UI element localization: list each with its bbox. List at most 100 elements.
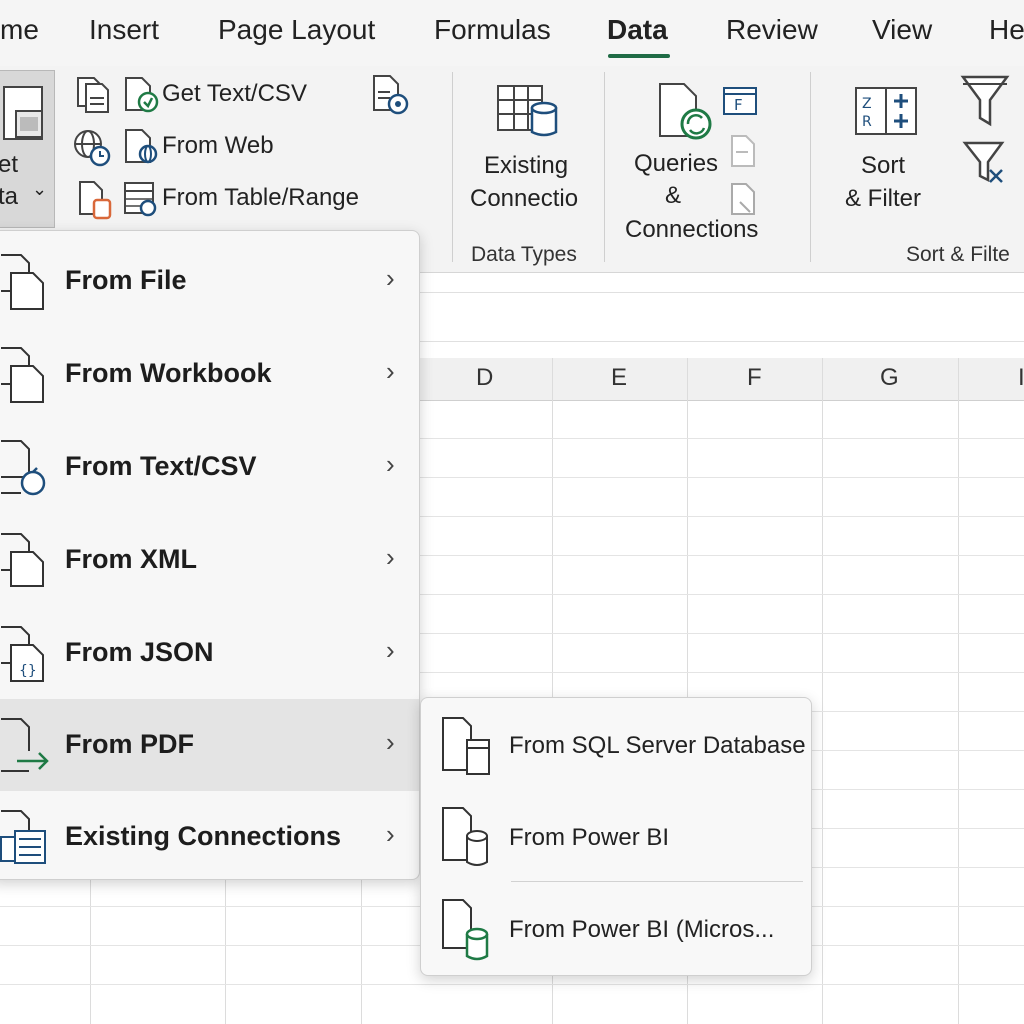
- filter-funnel-icon[interactable]: [960, 74, 1010, 128]
- database-icon: [442, 807, 488, 866]
- grid-row-line: [0, 984, 1024, 985]
- ribbon-separator: [452, 72, 453, 262]
- xml-file-icon: [1, 533, 44, 587]
- svg-text:R: R: [862, 114, 872, 130]
- tab-data[interactable]: Data: [607, 14, 668, 46]
- from-web-icon: [125, 129, 158, 164]
- get-text-csv-button[interactable]: Get Text/CSV: [122, 74, 322, 114]
- chevron-right-icon: ›: [386, 263, 395, 293]
- properties-icon[interactable]: F: [722, 86, 758, 116]
- clear-filter-icon[interactable]: [962, 140, 1010, 186]
- submenu-item-power-bi-microsoft[interactable]: From Power BI (Micros...: [421, 886, 811, 976]
- table-range-icon: [124, 182, 157, 217]
- submenu-item-label: From Power BI (Micros...: [509, 916, 775, 943]
- column-header-row: D E F G I: [420, 358, 1024, 401]
- from-web-button[interactable]: From Web: [122, 126, 322, 166]
- submenu-item-label: From SQL Server Database: [509, 732, 806, 759]
- pdf-file-icon: [1, 718, 49, 772]
- tab-view[interactable]: View: [872, 14, 932, 46]
- from-web-globe-icon[interactable]: [72, 128, 112, 168]
- tab-home[interactable]: me: [0, 14, 39, 46]
- submenu-item-power-bi[interactable]: From Power BI: [421, 794, 811, 884]
- existing-connections-icon: [497, 85, 558, 137]
- ribbon-separator: [604, 72, 605, 262]
- get-data-icon: [3, 86, 43, 140]
- json-file-icon: {}: [1, 626, 44, 682]
- menu-item-existing-connections[interactable]: Existing Connections ›: [0, 791, 419, 883]
- text-csv-icon: [125, 77, 159, 113]
- sort-filter-label-line2: & Filter: [845, 185, 922, 212]
- queries-label-line1: Queries: [634, 150, 719, 177]
- chevron-right-icon: ›: [386, 819, 395, 849]
- chevron-right-icon: ›: [386, 727, 395, 757]
- svg-text:F: F: [734, 96, 743, 114]
- svg-text:Z: Z: [862, 96, 872, 112]
- queries-label-line2: &: [665, 182, 682, 209]
- ribbon-tab-bar: me Insert Page Layout Formulas Data Revi…: [0, 0, 1024, 66]
- ribbon-separator: [810, 72, 811, 262]
- recent-sources-icon[interactable]: [74, 76, 112, 114]
- chevron-down-icon: ⌄: [32, 179, 48, 199]
- get-data-label-line1: et: [0, 151, 19, 178]
- from-table-range-button[interactable]: From Table/Range: [122, 178, 382, 218]
- from-picture-icon[interactable]: [76, 180, 114, 220]
- submenu-divider: [511, 881, 803, 882]
- menu-item-from-pdf[interactable]: From PDF ›: [0, 699, 419, 791]
- chevron-right-icon: ›: [386, 635, 395, 665]
- submenu-item-sql-server[interactable]: From SQL Server Database: [421, 702, 811, 792]
- data-source-settings-icon[interactable]: [370, 74, 410, 116]
- get-text-csv-label: Get Text/CSV: [162, 80, 307, 107]
- existing-connections-button[interactable]: Existing Connectio: [462, 80, 602, 220]
- column-header-d[interactable]: D: [476, 364, 493, 392]
- menu-item-from-workbook[interactable]: From Workbook ›: [0, 328, 419, 420]
- menu-item-label: From File: [65, 265, 187, 295]
- data-types-group-label: Data Types: [471, 243, 577, 266]
- menu-item-from-text-csv[interactable]: From Text/CSV ›: [0, 421, 419, 513]
- existing-connections-label-line2: Connectio: [470, 185, 579, 212]
- active-tab-indicator: [608, 54, 670, 58]
- workbook-icon: [1, 347, 44, 403]
- tab-insert[interactable]: Insert: [89, 14, 159, 46]
- column-header-g[interactable]: G: [880, 364, 899, 392]
- get-data-dropdown-menu: From File › From Workbook › From Text/CS…: [0, 230, 420, 880]
- get-data-label-line2: ta: [0, 183, 19, 210]
- sql-server-icon: [442, 717, 490, 775]
- menu-item-label: From XML: [65, 544, 197, 574]
- column-header-i[interactable]: I: [1018, 364, 1024, 392]
- sort-icon: Z R: [855, 87, 917, 135]
- tab-page-layout[interactable]: Page Layout: [218, 14, 375, 46]
- from-table-range-label: From Table/Range: [162, 184, 359, 211]
- existing-connections-label-line1: Existing: [484, 152, 569, 179]
- sort-filter-button[interactable]: Z R Sort & Filter: [836, 86, 946, 216]
- get-data-button[interactable]: et ta ⌄: [0, 70, 55, 228]
- chevron-right-icon: ›: [386, 542, 395, 572]
- chevron-right-icon: ›: [386, 356, 395, 386]
- tab-formulas[interactable]: Formulas: [434, 14, 551, 46]
- file-icon: [1, 254, 44, 310]
- text-csv-refresh-icon: [1, 440, 46, 496]
- connections-list-icon: [0, 810, 46, 864]
- column-header-f[interactable]: F: [747, 364, 762, 392]
- sort-filter-group-label: Sort & Filte: [906, 243, 1010, 266]
- menu-item-from-file[interactable]: From File ›: [0, 235, 419, 327]
- from-web-label: From Web: [162, 132, 274, 159]
- grid-column-line: [958, 358, 959, 1024]
- menu-item-from-json[interactable]: {} From JSON ›: [0, 607, 419, 699]
- submenu-item-label: From Power BI: [509, 824, 670, 851]
- queries-connections-icon: [659, 83, 712, 140]
- edit-links-icon[interactable]: [728, 134, 758, 168]
- tab-review[interactable]: Review: [726, 14, 818, 46]
- menu-item-label: From Workbook: [65, 358, 272, 388]
- menu-item-from-xml[interactable]: From XML ›: [0, 514, 419, 606]
- formula-bar[interactable]: [420, 292, 1024, 342]
- green-database-icon: [442, 899, 489, 961]
- column-header-e[interactable]: E: [611, 364, 627, 392]
- grid-column-line: [822, 358, 823, 1024]
- menu-item-label: From JSON: [65, 637, 214, 667]
- sort-filter-label-line1: Sort: [861, 152, 906, 179]
- chevron-right-icon: ›: [386, 449, 395, 479]
- menu-item-label: From PDF: [65, 729, 195, 759]
- workbook-links-icon[interactable]: [728, 182, 758, 218]
- tab-help[interactable]: He: [989, 14, 1024, 46]
- menu-item-label: From Text/CSV: [65, 451, 257, 481]
